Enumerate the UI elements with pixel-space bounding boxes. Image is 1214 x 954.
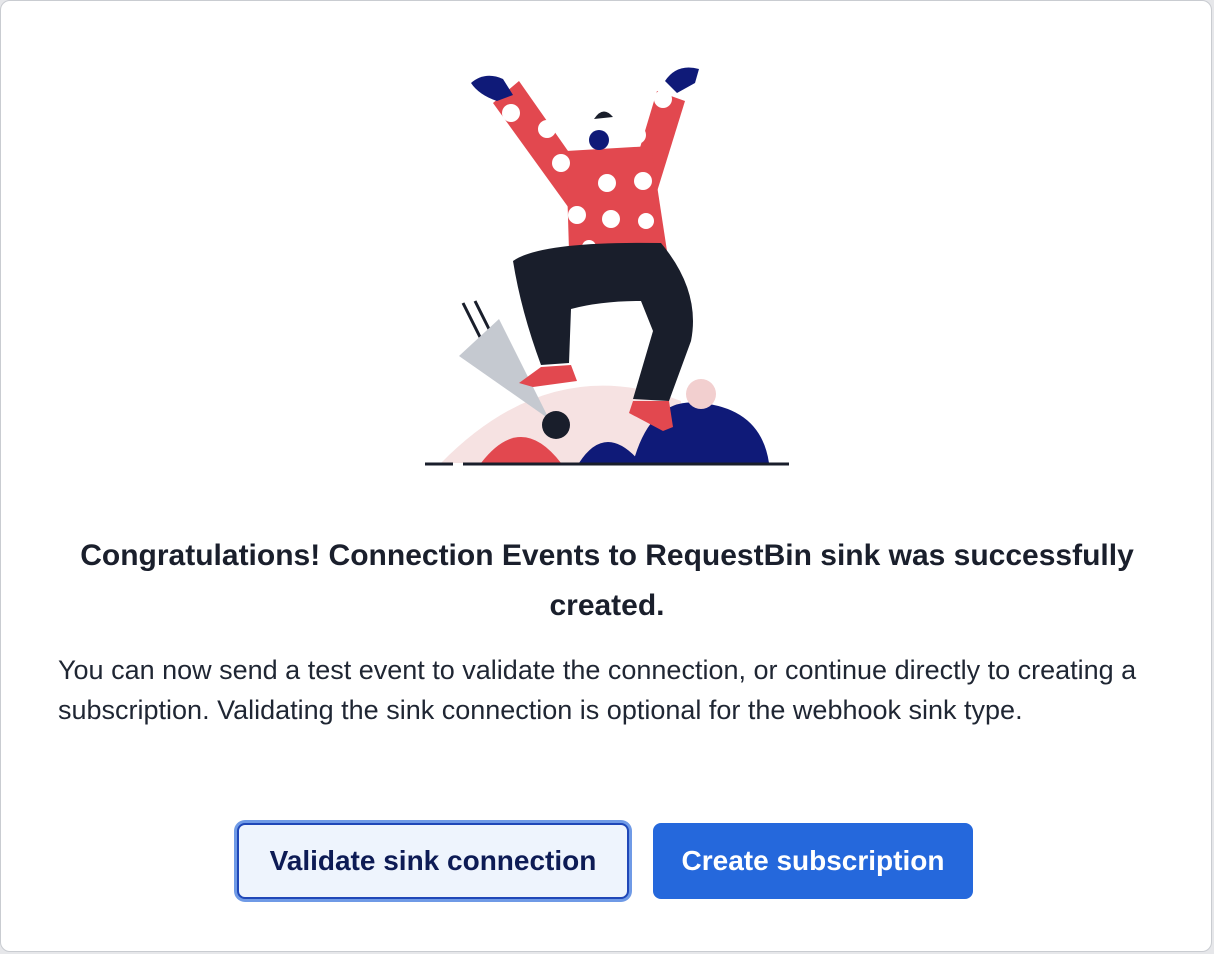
success-dialog: Congratulations! Connection Events to Re… bbox=[0, 0, 1212, 952]
celebrating-person-illustration bbox=[425, 67, 789, 466]
head bbox=[589, 130, 609, 150]
hair bbox=[594, 111, 613, 119]
right-glove bbox=[665, 67, 699, 93]
success-title: Congratulations! Connection Events to Re… bbox=[80, 539, 1134, 622]
pink-ball bbox=[686, 379, 716, 409]
validate-sink-connection-button[interactable]: Validate sink connection bbox=[237, 823, 629, 899]
left-shoe bbox=[519, 365, 577, 387]
success-message: You can now send a test event to validat… bbox=[58, 655, 1137, 725]
left-glove bbox=[471, 75, 513, 101]
black-ball bbox=[542, 411, 570, 439]
torso bbox=[566, 146, 667, 251]
create-subscription-button[interactable]: Create subscription bbox=[653, 823, 973, 899]
